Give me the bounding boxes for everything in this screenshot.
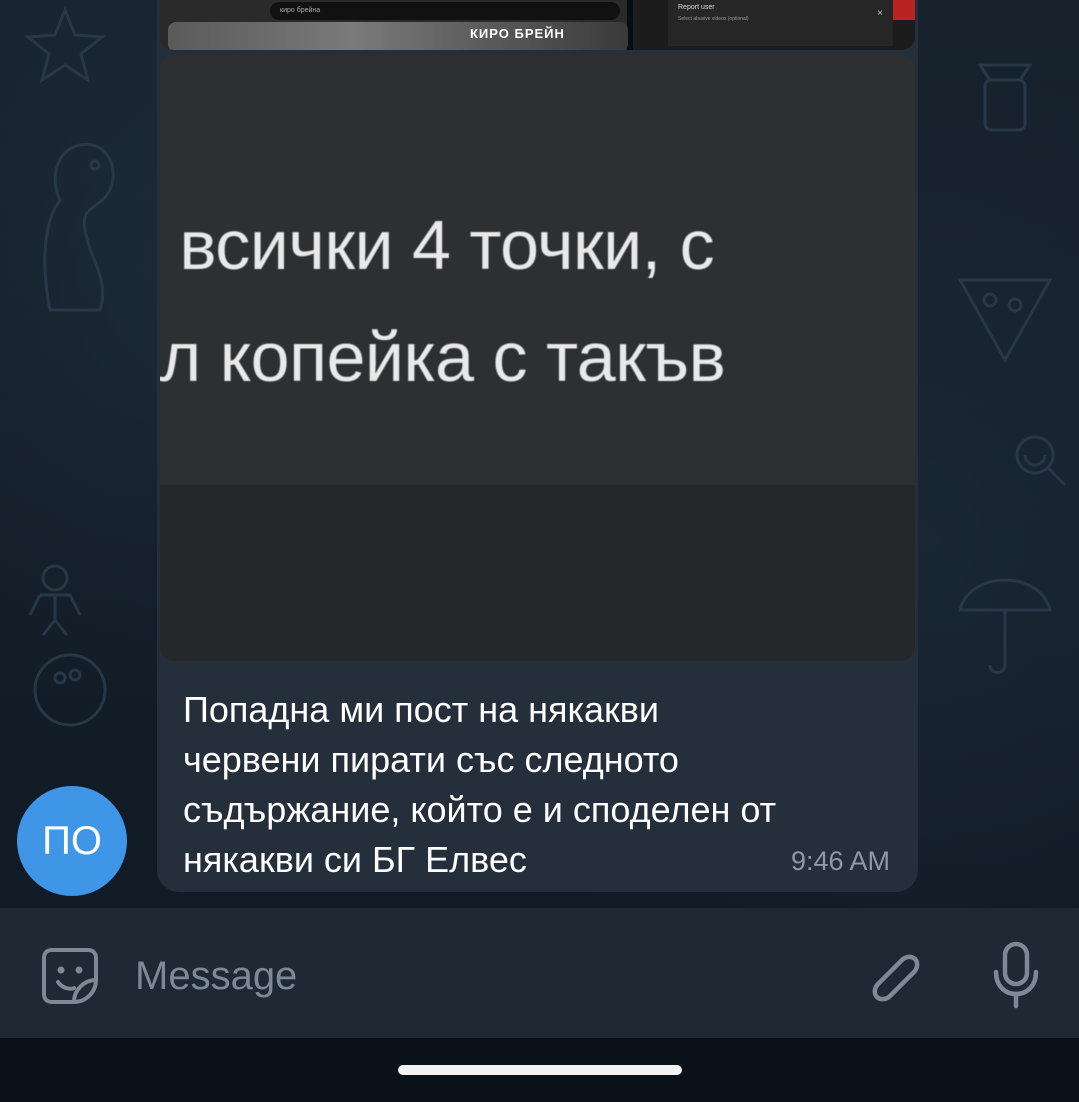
thumbnail-search-text: киро брейна	[270, 2, 620, 20]
video-screenshot-thumbnail: киро брейна КИРО БРЕЙН	[160, 0, 628, 50]
lollipop-doodle-icon	[1015, 435, 1067, 487]
dinosaur-doodle-icon	[43, 142, 115, 312]
microphone-icon[interactable]	[988, 940, 1044, 1010]
message-bubble[interactable]: киро брейна КИРО БРЕЙН Report user Selec…	[157, 0, 918, 892]
report-dialog-thumbnail: Report user Select abusive videos (optio…	[633, 0, 915, 50]
pizza-doodle-icon	[957, 278, 1053, 364]
caption-line: някакви си БГ Елвес	[183, 839, 527, 880]
close-icon: ×	[877, 8, 883, 19]
media-text-line: ал копейка с такъв	[160, 318, 726, 396]
previous-media-thumbnail[interactable]: киро брейна КИРО БРЕЙН Report user Selec…	[160, 0, 915, 50]
paperclip-icon[interactable]	[860, 944, 924, 1008]
thumbnail-headline: КИРО БРЕЙН	[470, 26, 565, 41]
caption-line: съдържание, който е и споделен от	[183, 789, 777, 830]
media-image[interactable]: о всички 4 точки, с ал копейка с такъв	[160, 55, 915, 661]
report-panel-title: Report user	[678, 4, 715, 11]
star-doodle-icon	[24, 5, 106, 84]
caption-line: червени пирати със следното	[183, 739, 679, 780]
caption-line: Попадна ми пост на някакви	[183, 689, 660, 730]
sender-avatar[interactable]: ПО	[17, 786, 127, 896]
flashlight-doodle-icon	[977, 63, 1033, 132]
bowling-ball-doodle-icon	[33, 653, 107, 727]
media-text-line: о всички 4 точки, с	[160, 206, 715, 284]
home-indicator[interactable]	[398, 1065, 682, 1075]
red-stripe	[893, 0, 915, 20]
gingerbread-doodle-icon	[28, 564, 82, 636]
message-caption: Попадна ми пост на някакви червени пират…	[183, 685, 883, 885]
umbrella-doodle-icon	[958, 578, 1052, 674]
media-dark-band	[160, 485, 915, 661]
sticker-smile-icon[interactable]	[38, 944, 102, 1008]
message-timestamp: 9:46 AM	[790, 846, 890, 876]
message-input[interactable]	[133, 950, 737, 1002]
report-panel-subtitle: Select abusive videos (optional)	[678, 16, 749, 22]
report-panel: Report user Select abusive videos (optio…	[668, 0, 893, 46]
